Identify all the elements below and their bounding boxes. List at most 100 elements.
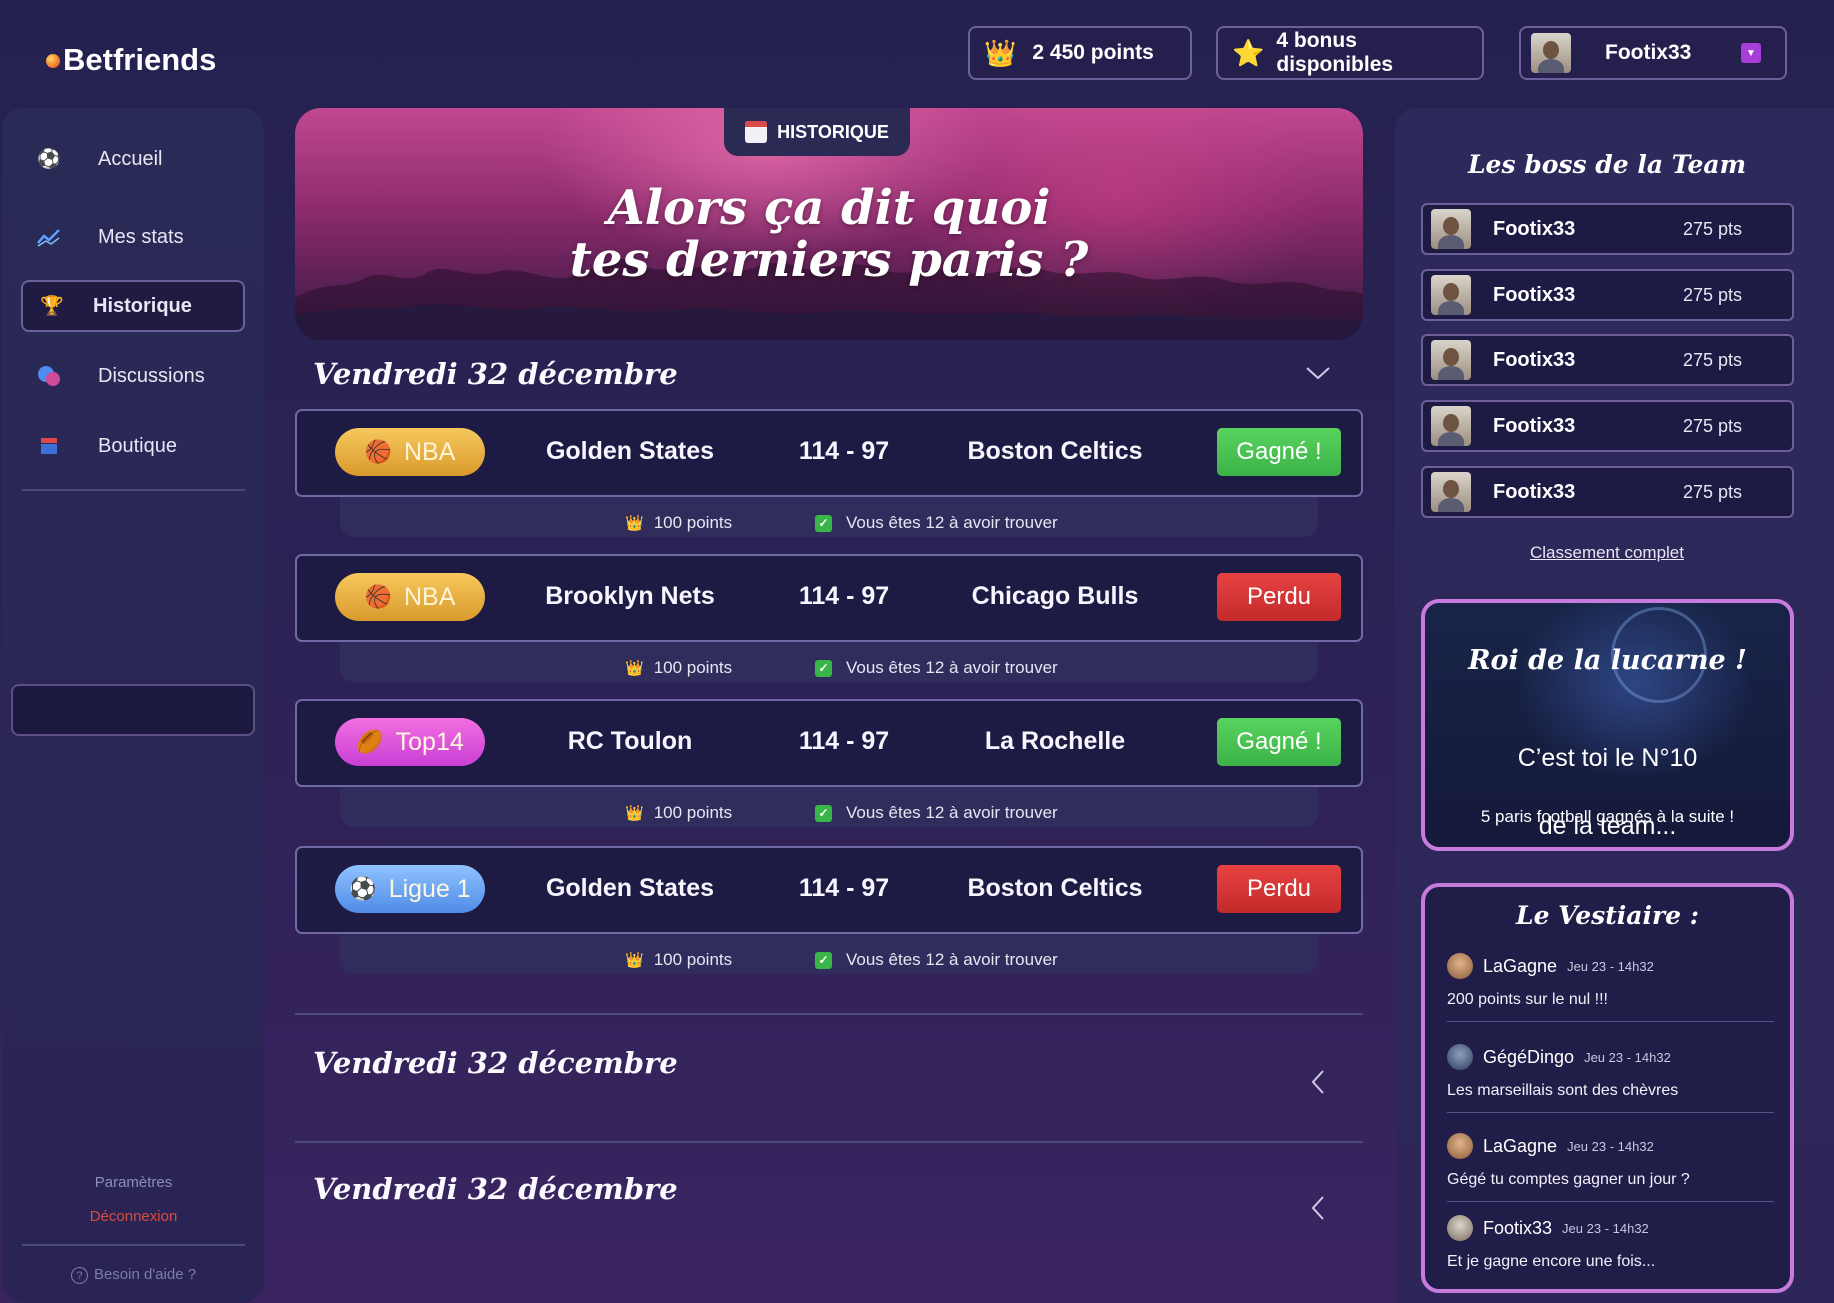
points-earned: 👑 100 points [625, 513, 732, 533]
chevron-left-icon[interactable] [1311, 1069, 1325, 1099]
found-label: Vous êtes 12 à avoir trouver [846, 658, 1058, 677]
divider [295, 1013, 1363, 1015]
help-link[interactable]: ? Besoin d'aide ? [22, 1266, 245, 1284]
match-card[interactable]: ⚽ Ligue 1 Golden States 114 - 97 Boston C… [295, 846, 1363, 934]
player-name: Footix33 [1493, 480, 1576, 503]
message-author: Footix33 [1483, 1217, 1553, 1238]
brand-name: Betfriends [63, 42, 217, 77]
message-time: Jeu 23 - 14h32 [1567, 958, 1654, 974]
star-icon: ⭐ [1232, 37, 1265, 68]
sidebar-item-historique[interactable]: 🏆 Historique [21, 280, 245, 332]
divider [295, 1141, 1363, 1143]
trophy-icon: 🏆 [40, 296, 64, 317]
match-card[interactable]: 🏉 Top14 RC Toulon 114 - 97 La Rochelle Ga… [295, 699, 1363, 787]
chat-panel: Le Vestiaire : LaGagne Jeu 23 - 14h32 200… [1421, 883, 1794, 1293]
brand-logo[interactable]: Betfriends [46, 42, 216, 78]
away-team: La Rochelle [984, 727, 1126, 755]
leaderboard-row[interactable]: Footix33 275 pts [1421, 334, 1794, 386]
check-icon: ✓ [815, 951, 832, 969]
leaderboard-title: Les boss de la Team [1467, 150, 1747, 179]
chart-icon [36, 224, 62, 250]
chat-message: LaGagne Jeu 23 - 14h32 Gégé tu comptes ga… [1447, 1133, 1770, 1189]
result-badge: Gagné ! [1217, 428, 1341, 476]
chevron-down-icon[interactable]: ▼ [1741, 43, 1761, 63]
match-card[interactable]: 🏀 NBA Brooklyn Nets 114 - 97 Chicago Bull… [295, 554, 1363, 642]
message-author: LaGagne [1483, 1135, 1558, 1156]
chevron-down-icon[interactable] [1305, 365, 1331, 385]
away-team: Boston Celtics [967, 874, 1143, 902]
avatar [1447, 1044, 1473, 1070]
sidebar-empty-slot[interactable] [11, 684, 255, 736]
found-label: Vous êtes 12 à avoir trouver [846, 950, 1058, 969]
player-name: Footix33 [1493, 217, 1576, 240]
bonus-label: 4 bonus disponibles [1276, 29, 1394, 76]
score: 114 - 97 [798, 437, 890, 465]
sidebar-item-discussions[interactable]: Discussions [36, 350, 246, 402]
sidebar-item-label: Mes stats [98, 225, 184, 248]
page-tag: HISTORIQUE [724, 108, 910, 156]
divider [22, 1244, 245, 1246]
page-tag-label: HISTORIQUE [777, 121, 889, 142]
points-label: 100 points [653, 658, 733, 677]
divider [1447, 1201, 1774, 1202]
full-ranking-link[interactable]: Classement complet [1395, 543, 1819, 563]
settings-link[interactable]: Paramètres [22, 1174, 245, 1191]
away-team: Chicago Bulls [971, 582, 1139, 610]
leaderboard-row[interactable]: Footix33 275 pts [1421, 400, 1794, 452]
score: 114 - 97 [798, 727, 890, 755]
result-badge: Gagné ! [1217, 718, 1341, 766]
logout-link[interactable]: Déconnexion [22, 1208, 245, 1225]
basketball-icon: 🏀 [364, 439, 392, 464]
basketball-icon: 🏀 [364, 584, 392, 609]
league-label: Ligue 1 [388, 874, 471, 903]
user-name: Footix33 [1605, 41, 1692, 64]
chat-title: Le Vestiaire : [1515, 901, 1700, 930]
message-time: Jeu 23 - 14h32 [1562, 1220, 1649, 1236]
points-badge[interactable]: 👑 2 450 points [968, 26, 1192, 80]
divider [1447, 1112, 1774, 1113]
sidebar-item-label: Accueil [98, 147, 163, 170]
found-count: ✓ Vous êtes 12 à avoir trouver [815, 658, 1058, 678]
chat-message: LaGagne Jeu 23 - 14h32 200 points sur le … [1447, 953, 1770, 1009]
found-count: ✓ Vous êtes 12 à avoir trouver [815, 803, 1058, 823]
achievement-card: Roi de la lucarne ! C’est toi le N°10 de… [1421, 599, 1794, 851]
sidebar-item-label: Discussions [98, 364, 205, 387]
away-team: Boston Celtics [967, 437, 1143, 465]
sidebar-item-accueil[interactable]: ⚽ Accueil [36, 133, 246, 185]
avatar [1431, 472, 1471, 512]
rugby-ball-icon: 🏉 [356, 729, 384, 754]
chevron-left-icon[interactable] [1311, 1195, 1325, 1225]
sidebar-item-boutique[interactable]: Boutique [36, 420, 246, 472]
points-label: 100 points [653, 513, 733, 532]
help-label: Besoin d'aide ? [93, 1266, 197, 1283]
crown-icon: 👑 [625, 515, 644, 532]
basketball-icon [46, 54, 60, 68]
chat-bubbles-icon [36, 363, 62, 389]
message-author: LaGagne [1483, 955, 1558, 976]
soccer-ball-icon: ⚽ [37, 149, 61, 170]
bonus-badge[interactable]: ⭐ 4 bonus disponibles [1216, 26, 1484, 80]
found-label: Vous êtes 12 à avoir trouver [846, 803, 1058, 822]
divider [22, 489, 245, 491]
score: 114 - 97 [798, 582, 890, 610]
user-menu[interactable]: Footix33 ▼ [1519, 26, 1787, 80]
home-team: Golden States [545, 874, 715, 902]
day-header[interactable]: Vendredi 32 décembre [313, 1046, 678, 1080]
day-header[interactable]: Vendredi 32 décembre [313, 357, 678, 391]
message-text: 200 points sur le nul !!! [1447, 991, 1608, 1008]
chat-message: GégéDingo Jeu 23 - 14h32 Les marseillais … [1447, 1044, 1770, 1100]
points-earned: 👑 100 points [625, 950, 732, 970]
check-icon: ✓ [815, 659, 832, 677]
found-label: Vous êtes 12 à avoir trouver [846, 513, 1058, 532]
avatar [1447, 1133, 1473, 1159]
message-time: Jeu 23 - 14h32 [1567, 1138, 1654, 1154]
leaderboard-row[interactable]: Footix33 275 pts [1421, 466, 1794, 518]
leaderboard-row[interactable]: Footix33 275 pts [1421, 203, 1794, 255]
message-time: Jeu 23 - 14h32 [1584, 1049, 1671, 1065]
day-header[interactable]: Vendredi 32 décembre [313, 1172, 678, 1206]
leaderboard-row[interactable]: Footix33 275 pts [1421, 269, 1794, 321]
hero-title-line1: Alors ça dit quoi [607, 180, 1051, 236]
match-card[interactable]: 🏀 NBA Golden States 114 - 97 Boston Celti… [295, 409, 1363, 497]
player-points: 275 pts [1683, 481, 1743, 502]
sidebar-item-mes-stats[interactable]: Mes stats [36, 211, 246, 263]
